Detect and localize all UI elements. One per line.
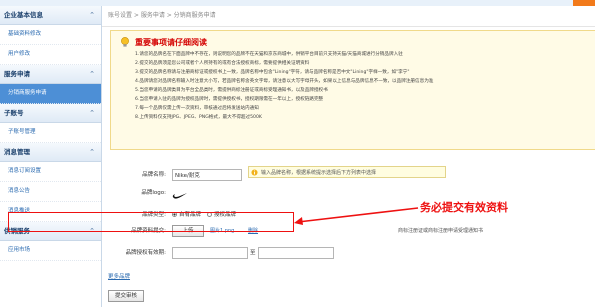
sidebar-item-subaccount[interactable]: 子账号管理: [0, 123, 101, 143]
sidebar-section-subaccount[interactable]: 子账号 ⌃: [0, 104, 101, 123]
notice-list: 1.请您的品牌名在下面品牌中不存在，则说明您的品牌不在天猫和京东商城中，供销平台…: [135, 50, 595, 122]
notice-box: 重要事项请仔细阅读 1.请您的品牌名在下面品牌中不存在，则说明您的品牌不在天猫和…: [110, 30, 595, 150]
period-row: 品牌授权有效期: 至: [102, 246, 595, 262]
notice-line: 7.每一个品牌仅需上传一次资料，审核通过后将发送站内通知: [135, 106, 259, 111]
tip-text: 输入品牌名称，根据系统提示选择后下方列表中选择: [261, 170, 377, 176]
annotation-arrow: [294, 207, 419, 225]
breadcrumb: 账号设置 > 服务申请 > 分销商服务申请: [102, 6, 595, 27]
sidebar-item-distributor-apply[interactable]: 分销商服务申请: [0, 84, 101, 104]
period-end-input[interactable]: [258, 247, 334, 259]
info-icon: [251, 169, 258, 176]
main-content: 账号设置 > 服务申请 > 分销商服务申请 重要事项请仔细阅读 1.请您的品牌名…: [102, 6, 595, 307]
sidebar-item-basic-info[interactable]: 基础资料修改: [0, 25, 101, 45]
submit-button[interactable]: 提交审核: [108, 290, 144, 302]
period-label: 品牌授权有效期:: [125, 250, 166, 256]
notice-line: 6.当您申请入驻的品牌为授权品牌时，需提供授权书，授权期限需在一年以上，授权链路…: [135, 97, 324, 102]
section-title: 消息管理: [4, 148, 30, 156]
notice-title: 重要事项请仔细阅读: [135, 38, 207, 47]
sidebar-section-company[interactable]: 企业基本信息 ⌃: [0, 6, 101, 25]
sidebar-item-app-market[interactable]: 应用市场: [0, 241, 101, 261]
sidebar: 企业基本信息 ⌃ 基础资料修改 用户修改 服务申请 ⌃ 分销商服务申请 子账号 ⌃ 子…: [0, 6, 102, 307]
brand-name-label: 品牌名称:: [142, 172, 166, 178]
section-title: 子账号: [4, 109, 24, 117]
sidebar-item-user[interactable]: 用户修改: [0, 45, 101, 65]
brand-name-tip: 输入品牌名称，根据系统提示选择后下方列表中选择: [248, 166, 446, 178]
sidebar-section-service[interactable]: 服务申请 ⌃: [0, 65, 101, 84]
sidebar-item-msg-subscribe[interactable]: 消息订阅设置: [0, 162, 101, 182]
more-brand-link[interactable]: 更多品牌: [108, 272, 130, 280]
period-sep: 至: [250, 250, 256, 256]
notice-line: 5.当您申请的品牌类目为平台全品类时，需提供商标注册证或商标受理通知书，以及品牌…: [135, 88, 328, 93]
chevron-up-icon: ⌃: [89, 11, 95, 19]
nike-logo: [172, 193, 187, 199]
chevron-up-icon: ⌃: [89, 148, 95, 156]
section-title: 服务申请: [4, 70, 30, 78]
notice-line: 3.提交的品牌名称请与注册商标证或授权书上一致，品牌名称中包含"Lining"字…: [135, 70, 410, 75]
notice-line: 2.提交的品牌须是您公司或者个人所持有的或有合法授权商标，需要提供相关证明资料: [135, 61, 310, 66]
notice-line: 4.品牌请您对品牌名称输入时注意大小写，若品牌名称含英文字母，请注意以大写字母开…: [135, 79, 434, 84]
sidebar-item-msg-notice[interactable]: 消息公告: [0, 182, 101, 202]
upload-highlight-box: [8, 212, 294, 232]
lightbulb-icon: [121, 37, 129, 47]
section-title: 企业基本信息: [4, 11, 43, 19]
notice-line: 8.上传资料仅支持JPG、JPEG、PNG格式，最大不得超过500K: [135, 115, 262, 120]
period-start-input[interactable]: [172, 247, 248, 259]
brand-logo-label: 品牌logo:: [141, 190, 166, 196]
annotation-text: 务必提交有效资料: [420, 201, 508, 214]
notice-line: 1.请您的品牌名在下面品牌中不存在，则说明您的品牌不在天猫和京东商城中，供销平台…: [135, 52, 403, 57]
chevron-up-icon: ⌃: [89, 109, 95, 117]
sidebar-section-message[interactable]: 消息管理 ⌃: [0, 143, 101, 162]
brand-name-input[interactable]: Nike/耐克: [172, 169, 242, 181]
chevron-up-icon: ⌃: [89, 70, 95, 78]
